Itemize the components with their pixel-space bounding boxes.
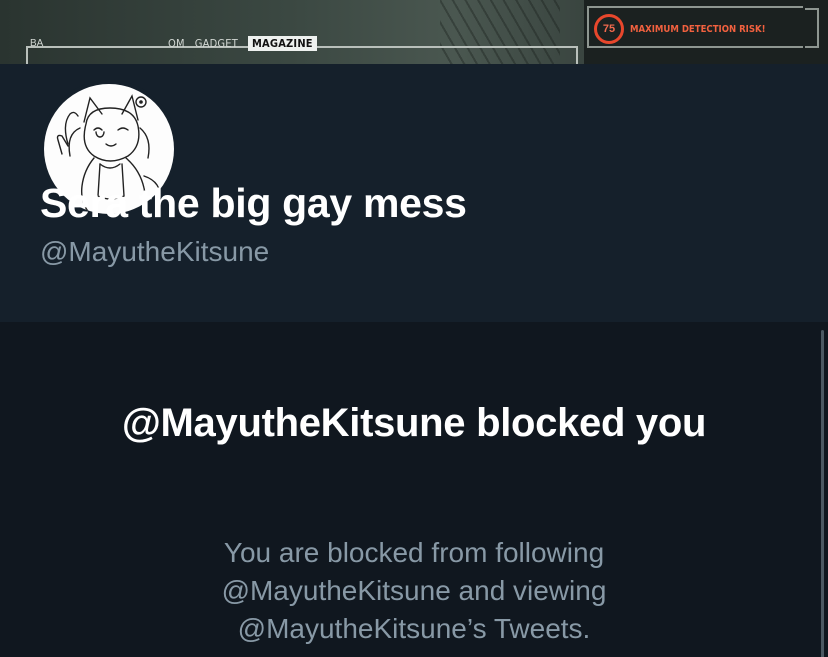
profile-display-name: Sera the big gay mess xyxy=(40,180,467,226)
blocked-title: @MayutheKitsune blocked you xyxy=(121,401,707,445)
profile-banner[interactable]: BA OM GADGET MAGAZINE 75 MAXIMUM DETECTI… xyxy=(0,0,828,64)
detection-text: MAXIMUM DETECTION RISK! xyxy=(630,23,766,35)
banner-left-tab: BA xyxy=(30,38,44,49)
scrollbar[interactable] xyxy=(821,330,824,657)
banner-hud-tabs: OM GADGET MAGAZINE xyxy=(168,36,317,51)
blocked-message-panel: @MayutheKitsune blocked you You are bloc… xyxy=(0,322,828,657)
banner-tab-active: MAGAZINE xyxy=(247,36,317,51)
detection-ring-icon: 75 xyxy=(594,14,624,44)
profile-header: Sera the big gay mess @MayutheKitsune xyxy=(0,64,828,322)
banner-tab: OM xyxy=(168,37,185,50)
banner-bracket xyxy=(805,8,819,48)
detection-indicator: 75 MAXIMUM DETECTION RISK! xyxy=(594,14,766,44)
banner-tab: GADGET xyxy=(194,37,238,50)
profile-handle: @MayutheKitsune xyxy=(40,236,270,267)
blocked-description: You are blocked from following @MayutheK… xyxy=(221,537,607,644)
